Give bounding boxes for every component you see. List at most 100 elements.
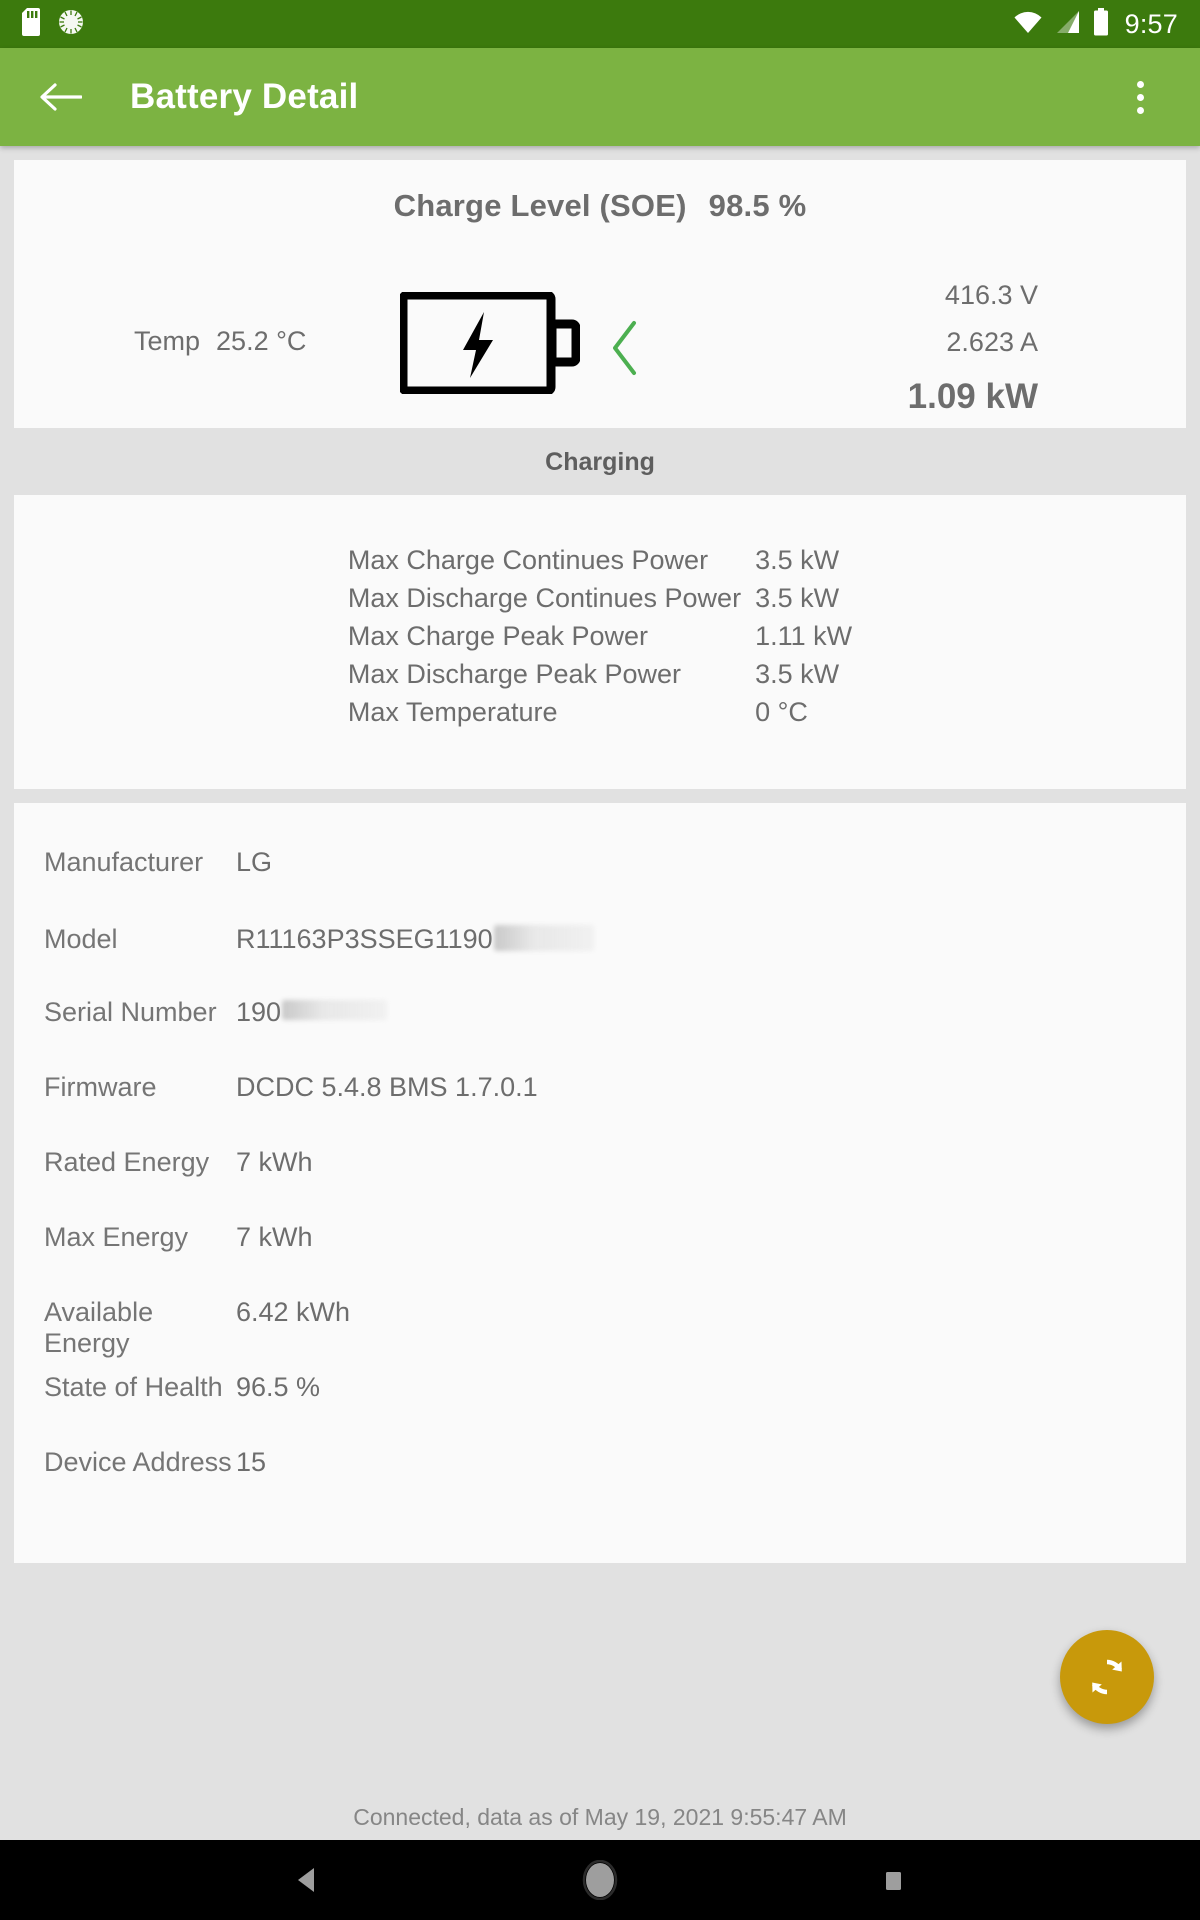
battery-info-value: DCDC 5.4.8 BMS 1.7.0.1: [236, 1072, 538, 1103]
battery-info-value: 190: [236, 997, 388, 1028]
battery-info-value: 15: [236, 1447, 266, 1478]
power-limit-row: Max Temperature 0 °C: [348, 693, 852, 731]
battery-info-value: 6.42 kWh: [236, 1297, 350, 1328]
nav-home-button[interactable]: [552, 1840, 648, 1920]
battery-info-card: Manufacturer LG Model R11163P3SSEG1190 Seria…: [14, 803, 1186, 1563]
power-limit-label: Max Discharge Peak Power: [347, 659, 682, 689]
nav-recents-icon: [886, 1872, 902, 1890]
wifi-icon: [1013, 10, 1043, 39]
battery-info-value-text: 6.42 kWh: [236, 1297, 351, 1327]
redacted-text-mask: [282, 1000, 388, 1020]
power-limit-value: 3.5 kW: [755, 659, 840, 689]
battery-info-label: State of Health: [44, 1372, 223, 1402]
redacted-text-mask: [493, 925, 594, 951]
power-limits-table: Max Charge Continues Power 3.5 kW Max Disc…: [348, 541, 852, 731]
temperature-label: Temp: [134, 326, 201, 356]
nav-back-icon: [297, 1868, 314, 1892]
battery-info-row: Rated Energy 7 kWh: [14, 1147, 1186, 1222]
battery-info-label: Manufacturer: [44, 847, 204, 877]
battery-info-value-text: LG: [236, 847, 273, 877]
status-bar-clock: 9:57: [1124, 8, 1178, 39]
battery-info-row: Available Energy 6.42 kWh: [14, 1297, 1186, 1372]
overflow-dot: [1136, 93, 1144, 101]
battery-info-value: R11163P3SSEG1190: [236, 922, 594, 955]
status-bar: 9:57: [0, 0, 1200, 48]
connection-status-text: Connected, data as of May 19, 2021 9:55:…: [353, 1803, 847, 1830]
battery-info-value: 7 kWh: [236, 1222, 313, 1253]
phone-screen: 9:57 Battery Detail Charge Level (SOE) 98…: [0, 0, 1200, 1920]
app-bar: Battery Detail: [0, 48, 1200, 146]
overflow-dot: [1136, 106, 1144, 114]
battery-info-row: Max Energy 7 kWh: [14, 1222, 1186, 1297]
power-limits-card: Max Charge Continues Power 3.5 kW Max Disc…: [14, 495, 1186, 789]
power-limit-row: Max Discharge Peak Power 3.5 kW: [348, 655, 852, 693]
power-limit-label: Max Charge Continues Power: [347, 545, 709, 575]
battery-info-value: 7 kWh: [236, 1147, 313, 1178]
refresh-fab-button[interactable]: [1060, 1630, 1154, 1724]
battery-info-value: LG: [236, 847, 272, 878]
battery-info-label: Available Energy: [44, 1297, 154, 1358]
power-limit-label: Max Charge Peak Power: [347, 621, 649, 651]
sync-circle-icon: [58, 9, 84, 40]
battery-info-value-text: 96.5 %: [236, 1372, 321, 1402]
battery-info-value: 96.5 %: [236, 1372, 320, 1403]
battery-info-label: Max Energy: [44, 1222, 189, 1252]
nav-back-button[interactable]: [259, 1840, 355, 1920]
chevron-left-icon: [608, 320, 642, 381]
scroll-content[interactable]: Charge Level (SOE) 98.5 % Temp 25.2 °C 4…: [0, 146, 1200, 1794]
power-limit-value: 3.5 kW: [755, 583, 840, 613]
battery-info-value-text: 7 kWh: [236, 1147, 313, 1177]
charge-level-value: 98.5 %: [708, 188, 807, 223]
battery-icon: [1093, 7, 1109, 41]
battery-info-row: Firmware DCDC 5.4.8 BMS 1.7.0.1: [14, 1072, 1186, 1147]
charge-level-label: Charge Level (SOE): [393, 188, 687, 223]
battery-info-label: Firmware: [44, 1072, 157, 1102]
battery-info-row: Serial Number 190: [14, 997, 1186, 1072]
battery-info-row: State of Health 96.5 %: [14, 1372, 1186, 1447]
status-bar-right-icons: 9:57: [1013, 7, 1178, 41]
overflow-dot: [1136, 80, 1144, 88]
status-bar-left-icons: [22, 7, 84, 41]
nav-recents-button[interactable]: [845, 1840, 941, 1920]
power-limits-body: Max Charge Continues Power 3.5 kW Max Disc…: [348, 541, 852, 731]
power-limit-row: Max Charge Continues Power 3.5 kW: [348, 541, 852, 579]
sd-card-icon: [22, 7, 44, 41]
battery-info-label: Model: [44, 924, 118, 954]
temperature-readout: Temp 25.2 °C: [134, 326, 306, 357]
voltage-value: 416.3 V: [944, 280, 1038, 310]
battery-info-label: Serial Number: [44, 997, 217, 1027]
battery-charging-icon: [398, 290, 581, 399]
cellular-signal-icon: [1055, 10, 1081, 39]
battery-info-value-text: R11163P3SSEG1190: [236, 924, 493, 954]
android-nav-bar: [0, 1840, 1200, 1920]
power-limit-value: 3.5 kW: [755, 545, 840, 575]
temperature-value: 25.2 °C: [216, 326, 307, 356]
back-button[interactable]: [32, 69, 88, 125]
charge-summary-card: Charge Level (SOE) 98.5 % Temp 25.2 °C 4…: [14, 160, 1186, 428]
battery-info-row: Manufacturer LG: [14, 847, 1186, 922]
battery-info-list: Manufacturer LG Model R11163P3SSEG1190 Seria…: [14, 847, 1186, 1522]
battery-info-value-text: 15: [236, 1447, 267, 1477]
power-value: 1.09 kW: [907, 377, 1038, 416]
charging-status-label: Charging: [0, 428, 1200, 495]
battery-info-label: Rated Energy: [44, 1147, 210, 1177]
battery-info-value-text: 190: [236, 997, 282, 1027]
battery-info-label: Device Address: [44, 1447, 232, 1477]
power-limit-value: 0 °C: [755, 697, 808, 727]
refresh-icon: [1092, 1659, 1122, 1695]
power-limit-label: Max Discharge Continues Power: [347, 583, 742, 613]
battery-info-value-text: 7 kWh: [236, 1222, 313, 1252]
page-title: Battery Detail: [130, 77, 359, 116]
battery-info-row: Device Address 15: [14, 1447, 1186, 1522]
battery-info-value-text: DCDC 5.4.8 BMS 1.7.0.1: [236, 1072, 538, 1102]
connection-status-bar: Connected, data as of May 19, 2021 9:55:…: [0, 1794, 1200, 1840]
battery-gauge: Temp 25.2 °C 416.3 V 2.623 A 1.09 kW: [14, 240, 1186, 420]
power-limit-row: Max Charge Peak Power 1.11 kW: [348, 617, 852, 655]
battery-info-row: Model R11163P3SSEG1190: [14, 922, 1186, 997]
electrical-readouts: 416.3 V 2.623 A 1.09 kW: [908, 272, 1038, 426]
current-value: 2.623 A: [946, 327, 1038, 357]
charge-level-row: Charge Level (SOE) 98.5 %: [14, 188, 1186, 224]
power-limit-value: 1.11 kW: [755, 621, 853, 651]
overflow-menu-button[interactable]: [1112, 66, 1168, 128]
power-limit-row: Max Discharge Continues Power 3.5 kW: [348, 579, 852, 617]
